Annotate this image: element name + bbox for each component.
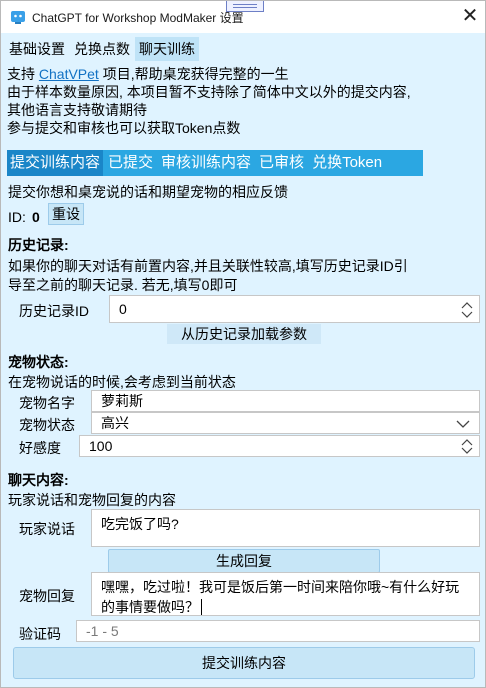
tab-redeem-points[interactable]: 兑换点数 — [70, 37, 134, 61]
reset-button[interactable]: 重设 — [48, 203, 84, 225]
tab-chat-training[interactable]: 聊天训练 — [135, 37, 199, 61]
tab-redeem-token[interactable]: 兑换Token — [309, 150, 385, 176]
id-label: ID: — [8, 209, 26, 225]
settings-window: ChatGPT for Workshop ModMaker 设置 ✕ 基础设置 … — [0, 0, 486, 688]
chatvpet-link[interactable]: ChatVPet — [39, 66, 99, 82]
window-title: ChatGPT for Workshop ModMaker 设置 — [32, 11, 244, 25]
history-id-value: 0 — [119, 301, 127, 317]
pet-state-select[interactable]: 高兴 — [91, 412, 480, 434]
submit-training-button[interactable]: 提交训练内容 — [13, 647, 475, 679]
load-from-history-button[interactable]: 从历史记录加载参数 — [167, 324, 321, 344]
title-bar: ChatGPT for Workshop ModMaker 设置 ✕ — [1, 1, 485, 33]
chat-desc: 玩家说话和宠物回复的内容 — [8, 492, 176, 508]
intro-prefix: 支持 — [7, 66, 39, 82]
pet-state-desc: 在宠物说话的时候,会考虑到当前状态 — [8, 374, 236, 390]
favor-input[interactable]: 100 — [79, 435, 480, 457]
tab-submitted[interactable]: 已提交 — [105, 150, 156, 176]
history-heading: 历史记录: — [8, 237, 69, 253]
history-desc-line1: 如果你的聊天对话有前置内容,并且关联性较高,填写历史记录ID引 — [8, 258, 408, 274]
player-say-input[interactable]: 吃完饭了吗? — [91, 509, 480, 547]
pet-reply-input[interactable]: 嘿嘿，吃过啦！我可是饭后第一时间来陪你哦~有什么好玩的事情要做吗？ — [91, 572, 480, 616]
main-tabs: 基础设置 兑换点数 聊天训练 — [5, 37, 200, 61]
captcha-input[interactable]: -1 - 5 — [76, 620, 480, 642]
form-description: 提交你想和桌宠说的话和期望宠物的相应反馈 — [8, 184, 288, 200]
pet-state-label: 宠物状态 — [19, 417, 75, 433]
pet-reply-value: 嘿嘿，吃过啦！我可是饭后第一时间来陪你哦~有什么好玩的事情要做吗？ — [101, 579, 460, 615]
pet-state-heading: 宠物状态: — [8, 354, 69, 370]
intro-line-2: 由于样本数量原因, 本项目暂不支持除了简体中文以外的提交内容, — [7, 84, 411, 100]
intro-line-4: 参与提交和审核也可以获取Token点数 — [7, 120, 241, 136]
favor-label: 好感度 — [19, 440, 61, 456]
chat-heading: 聊天内容: — [8, 472, 69, 488]
id-value: 0 — [32, 209, 40, 225]
history-id-input[interactable]: 0 — [109, 295, 480, 323]
intro-line-3: 其他语言支持敬请期待 — [7, 102, 147, 118]
chevron-down-icon[interactable] — [456, 419, 470, 429]
tab-basic-settings[interactable]: 基础设置 — [5, 37, 69, 61]
history-id-label: 历史记录ID — [19, 303, 89, 319]
player-say-value: 吃完饭了吗? — [101, 516, 179, 532]
pet-reply-label: 宠物回复 — [19, 588, 75, 604]
intro-suffix: 项目,帮助桌宠获得完整的一生 — [98, 66, 289, 82]
favor-value: 100 — [89, 438, 113, 454]
pet-name-value: 萝莉斯 — [101, 393, 143, 409]
captcha-label: 验证码 — [19, 626, 61, 642]
spin-down-icon[interactable] — [461, 447, 473, 455]
generate-reply-button[interactable]: 生成回复 — [108, 549, 380, 573]
intro-text: 支持 ChatVPet 项目,帮助桌宠获得完整的一生 由于样本数量原因, 本项目… — [7, 65, 483, 137]
player-say-label: 玩家说话 — [19, 521, 75, 537]
spin-down-icon[interactable] — [461, 311, 473, 319]
captcha-placeholder: -1 - 5 — [86, 623, 119, 639]
text-caret — [201, 599, 202, 615]
app-icon — [11, 11, 25, 24]
tab-reviewed[interactable]: 已审核 — [256, 150, 307, 176]
spin-up-icon[interactable] — [461, 438, 473, 446]
pet-name-label: 宠物名字 — [19, 395, 75, 411]
tab-review-training[interactable]: 审核训练内容 — [158, 150, 254, 176]
close-icon[interactable]: ✕ — [457, 4, 483, 30]
tab-submit-training[interactable]: 提交训练内容 — [7, 150, 104, 176]
history-desc-line2: 导至之前的聊天记录. 若无,填写0即可 — [8, 277, 238, 293]
drag-handle[interactable] — [226, 1, 264, 12]
pet-name-input[interactable]: 萝莉斯 — [91, 390, 480, 412]
pet-state-value: 高兴 — [101, 415, 129, 431]
spin-up-icon[interactable] — [461, 301, 473, 309]
sub-tab-bar: 提交训练内容 已提交 审核训练内容 已审核 兑换Token — [7, 150, 423, 176]
